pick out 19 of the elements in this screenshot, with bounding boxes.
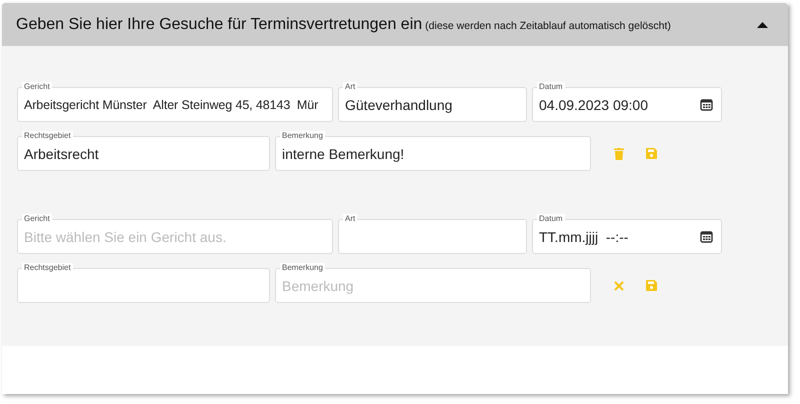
rechtsgebiet-label: Rechtsgebiet: [22, 131, 73, 140]
datum-label: Datum: [537, 214, 565, 223]
datum-label: Datum: [537, 82, 565, 91]
panel-note: (diese werden nach Zeitablauf automatisch gelöscht): [425, 20, 671, 32]
trash-icon[interactable]: [614, 148, 624, 160]
save-icon[interactable]: [646, 148, 657, 159]
bemerkung-label: Bemerkung: [280, 131, 325, 140]
calendar-icon[interactable]: [700, 98, 713, 111]
collapse-icon[interactable]: [757, 22, 768, 28]
art-label: Art: [343, 82, 358, 91]
calendar-icon[interactable]: [700, 230, 713, 243]
save-icon[interactable]: [646, 280, 657, 291]
art-label: Art: [343, 214, 358, 223]
gericht-label: Gericht: [22, 214, 52, 223]
rechtsgebiet-label: Rechtsgebiet: [22, 263, 73, 272]
panel-title: Geben Sie hier Ihre Gesuche für Terminsvertretungen ein: [16, 16, 422, 32]
close-icon[interactable]: [614, 280, 624, 290]
gericht-label: Gericht: [22, 82, 52, 91]
bemerkung-label: Bemerkung: [280, 263, 325, 272]
